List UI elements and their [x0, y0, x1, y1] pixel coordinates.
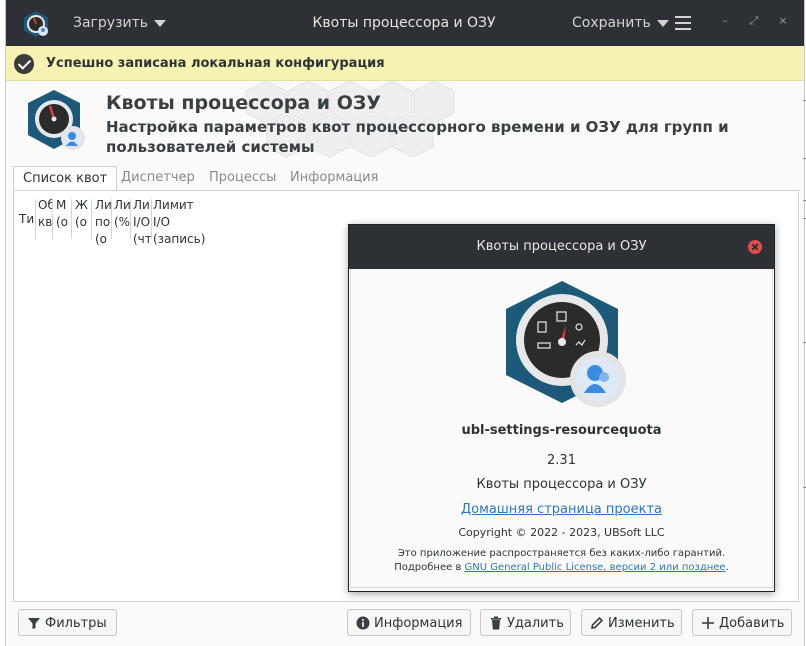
filter-icon	[28, 618, 40, 629]
column-header[interactable]: Ли (%	[114, 197, 130, 231]
website-link[interactable]: Домашняя страница проекта	[461, 502, 662, 517]
program-name: ubl-settings-resourcequota	[461, 423, 662, 438]
close-dialog-icon[interactable]	[748, 240, 762, 254]
license-suffix: .	[725, 562, 729, 573]
filters-button[interactable]: Фильтры	[18, 609, 117, 636]
about-title: Квоты процессора и ОЗУ	[476, 239, 647, 254]
about-dialog: Квоты процессора и ОЗУ ubl-settings-reso…	[348, 224, 775, 592]
license-link[interactable]: GNU General Public License, версии 2 или…	[465, 562, 726, 573]
column-header[interactable]: Ти	[19, 211, 35, 228]
hamburger-menu-icon[interactable]	[675, 16, 691, 30]
app-logo-icon	[506, 281, 626, 407]
app-logo-icon	[28, 90, 85, 150]
add-label: Добавить	[719, 616, 785, 631]
filters-label: Фильтры	[45, 616, 107, 631]
tab-information[interactable]: Информация	[290, 166, 378, 190]
trash-icon	[491, 616, 501, 630]
save-menu-button[interactable]: Сохранить	[572, 15, 669, 31]
license-more: Подробнее в GNU General Public License, …	[349, 562, 774, 573]
delete-button[interactable]: Удалить	[480, 609, 571, 636]
edit-button[interactable]: Изменить	[581, 609, 682, 636]
banner-title: Квоты процессора и ОЗУ	[106, 92, 382, 114]
info-message: Успешно записана локальная конфигурация	[46, 56, 385, 71]
app-banner: Квоты процессора и ОЗУ Настройка парамет…	[6, 81, 804, 163]
save-label: Сохранить	[572, 15, 651, 31]
add-button[interactable]: Добавить	[692, 609, 792, 636]
header-bar: Загрузить Квоты процессора и ОЗУ Сохрани…	[6, 0, 804, 46]
chevron-down-icon	[656, 19, 669, 27]
delete-label: Удалить	[507, 616, 564, 631]
copyright-label: Copyright © 2022 - 2023, UBSoft LLC	[458, 526, 665, 539]
minimize-icon[interactable]: –	[718, 14, 732, 28]
license-prefix: Подробнее в	[394, 562, 465, 573]
program-comment: Квоты процессора и ОЗУ	[476, 477, 647, 492]
info-icon	[356, 616, 370, 630]
column-header[interactable]: Лимит I/O (запись)	[153, 197, 213, 248]
pencil-icon	[591, 616, 604, 629]
column-header[interactable]: М (о	[56, 197, 70, 231]
column-header[interactable]: Ж (о	[75, 197, 91, 231]
column-header[interactable]: Ли по (о	[95, 197, 111, 248]
close-window-icon[interactable]: ×	[776, 14, 790, 28]
banner-subtitle: Настройка параметров квот процессорного …	[106, 118, 729, 156]
info-bar: Успешно записана локальная конфигурация	[6, 46, 804, 81]
about-header-bar: Квоты процессора и ОЗУ	[349, 225, 774, 269]
license-text: Это приложение распространяется без каки…	[397, 548, 726, 559]
edit-label: Изменить	[608, 616, 675, 631]
info-label: Информация	[374, 616, 463, 631]
tab-quota-list[interactable]: Список квот	[13, 166, 118, 191]
version-label: 2.31	[547, 453, 576, 468]
tab-processes[interactable]: Процессы	[209, 166, 276, 190]
info-button[interactable]: Информация	[347, 609, 471, 636]
tab-dispatcher[interactable]: Диспетчер	[121, 166, 195, 190]
success-check-icon	[14, 54, 34, 74]
plus-icon	[702, 617, 714, 629]
maximize-icon[interactable]: ⤢	[747, 14, 761, 28]
column-header[interactable]: Обкв	[38, 197, 52, 231]
website-link-row: Домашняя страница проекта	[349, 502, 774, 517]
column-header[interactable]: Ли I/O (чт	[133, 197, 151, 248]
